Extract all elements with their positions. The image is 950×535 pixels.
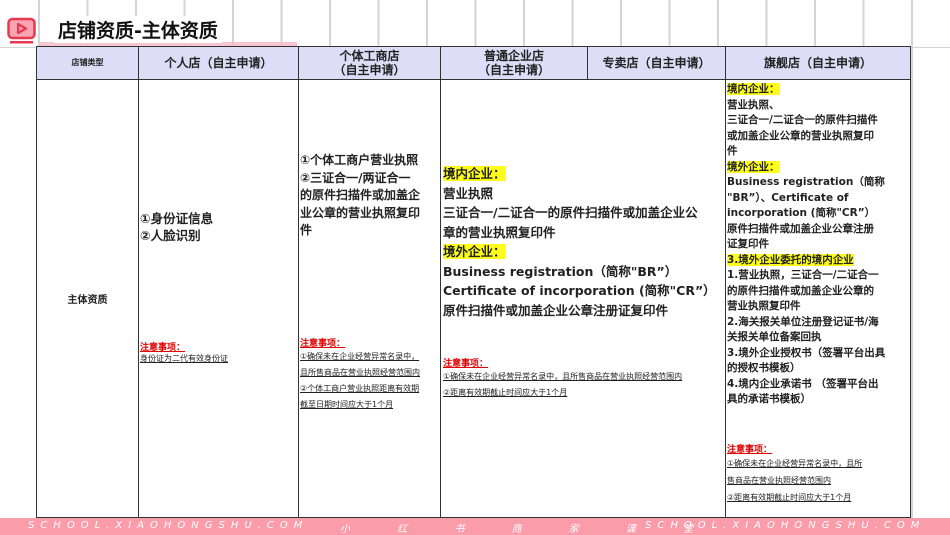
col-header-franchise: 专卖店（自主申请） (587, 46, 726, 80)
xiaohongshu-play-icon (7, 17, 36, 44)
individual-note: ①确保未在企业经营异常名录中， 且所售商品在营业执照经营范围内 ②个体工商户营业… (300, 352, 420, 409)
individual-cell: ①个体工商户营业执照 ②三证合一/两证合一 的原件扫描件或加盖企 业公章的营业执… (298, 79, 441, 518)
col-header-flagship: 旗舰店（自主申请） (725, 46, 911, 80)
footer-band: SCHOOL.XIAOHONGSHU.COM 小 红 书 商 家 课 堂 SCH… (0, 518, 950, 535)
col-header-individual: 个体工商店 （自主申请） (298, 46, 441, 80)
row-label: 主体资质 (36, 79, 139, 518)
table-header-row: 店铺类型 个人店（自主申请） 个体工商店 （自主申请） 普通企业店 （自主申请）… (36, 46, 911, 80)
watermark-left: SCHOOL.XIAOHONGSHU.COM (28, 520, 309, 531)
col-header-enterprise: 普通企业店 （自主申请） (440, 46, 588, 80)
individual-note-title: 注意事项： (300, 339, 346, 349)
flagship-foreign-text: Business registration（简称 "BR”）、Certifica… (727, 176, 885, 250)
flagship-note: ①确保未在企业经营异常名录中，且所 售商品在营业执照经营范围内 ②距离有效期截止… (727, 459, 863, 502)
personal-note-title: 注意事项： (140, 343, 186, 353)
table-row: 主体资质 ①身份证信息 ②人脸识别 注意事项： 身份证为二代有效身份证 ①个体工… (36, 79, 911, 518)
flagship-entrusted-text: 1.营业执照，三证合一/二证合一 的原件扫描件或加盖企业公章的 营业执照复印件 … (727, 269, 886, 405)
flagship-domestic-heading: 境内企业： (727, 83, 780, 95)
personal-note: 身份证为二代有效身份证 (140, 354, 228, 363)
enterprise-note-title: 注意事项： (443, 359, 489, 369)
personal-main: ①身份证信息 ②人脸识别 (140, 211, 214, 243)
individual-main: ①个体工商户营业执照 ②三证合一/两证合一 的原件扫描件或加盖企 业公章的营业执… (300, 153, 421, 237)
flagship-entrusted-heading: 3.境外企业委托的境内企业 (727, 253, 854, 266)
watermark-right: SCHOOL.XIAOHONGSHU.COM (645, 520, 926, 531)
flagship-cell: 境内企业： 营业执照、 三证合一/二证合一的原件扫描件 或加盖企业公章的营业执照… (725, 79, 911, 518)
personal-cell: ①身份证信息 ②人脸识别 注意事项： 身份证为二代有效身份证 (138, 79, 299, 518)
flagship-domestic-text: 营业执照、 三证合一/二证合一的原件扫描件 或加盖企业公章的营业执照复印 件 (727, 98, 878, 158)
enterprise-domestic-heading: 境内企业： (443, 166, 506, 181)
flagship-note-title: 注意事项： (727, 445, 773, 455)
col-header-store-type: 店铺类型 (36, 46, 139, 80)
enterprise-foreign-text: Business registration（简称"BR”） Certificat… (443, 263, 716, 318)
flagship-foreign-heading: 境外企业： (727, 160, 780, 173)
enterprise-cell: 境内企业： 营业执照 三证合一/二证合一的原件扫描件或加盖企业公 章的营业执照复… (440, 79, 726, 518)
page-title: 店铺资质-主体资质 (54, 16, 222, 43)
col-header-personal: 个人店（自主申请） (138, 46, 299, 80)
qualification-table: 店铺类型 个人店（自主申请） 个体工商店 （自主申请） 普通企业店 （自主申请）… (36, 46, 911, 518)
enterprise-domestic-text: 营业执照 三证合一/二证合一的原件扫描件或加盖企业公 章的营业执照复印件 (443, 185, 698, 240)
enterprise-foreign-heading: 境外企业： (443, 244, 506, 259)
enterprise-note: ①确保未在企业经营异常名录中，且所售商品在营业执照经营范围内 ②距离有效期截止时… (443, 372, 683, 397)
